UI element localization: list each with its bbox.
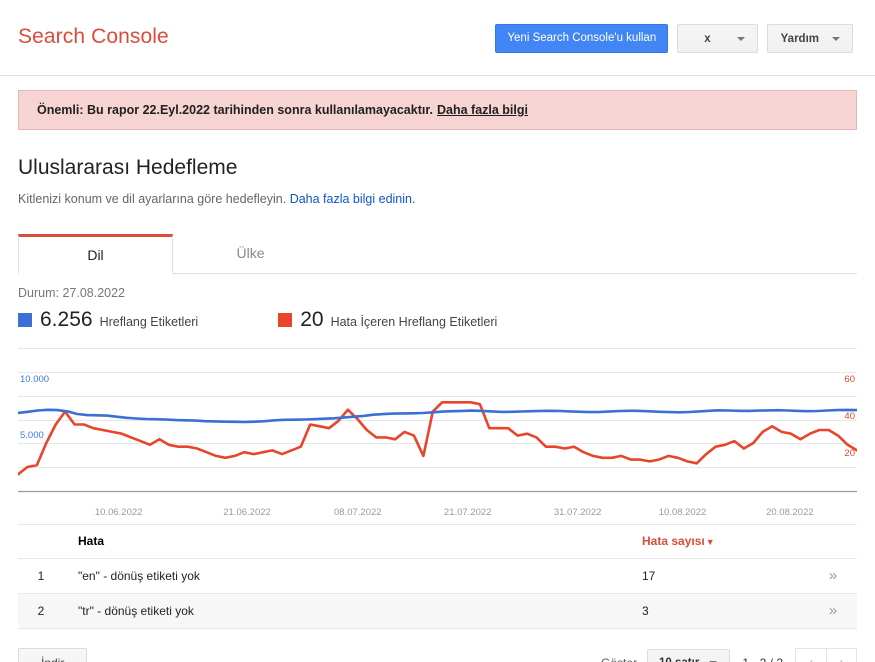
pagination: Göster 10 satır 1 - 2 / 2 ‹ › [601,647,857,662]
status-date: Durum: 27.08.2022 [18,286,126,300]
rows-per-page-label: Göster [601,656,637,662]
legend-value-hreflang: 6.256 [40,308,93,331]
deprecation-banner: Önemli: Bu rapor 22.Eyl.2022 tarihinden … [18,90,857,130]
property-select[interactable]: x [677,24,758,53]
download-button[interactable]: İndir [18,647,88,662]
x-axis-tick: 10.08.2022 [658,507,707,518]
rows-per-page-value: 10 satır [648,657,709,662]
errors-table-head: Hata Hata sayısı▼ [18,525,857,559]
chevron-down-icon [736,36,745,41]
help-button-label: Yardım [780,32,819,45]
y-axis-right-tick-20: 20 [844,448,855,460]
app-brand: Search Console [18,25,169,48]
errors-table-body: 1 "en" - dönüş etiketi yok 17 » 2 "tr" -… [18,558,857,629]
sort-descending-icon: ▼ [705,537,715,548]
next-page-button[interactable]: › [826,647,857,662]
legend-swatch-red [278,313,293,327]
chart-canvas [18,348,857,493]
row-index: 1 [18,558,64,594]
x-axis-tick: 10.06.2022 [94,507,143,518]
y-axis-left-tick-10000: 10.000 [20,374,50,386]
tab-dil[interactable]: Dil [18,234,173,274]
deprecation-banner-wrap: Önemli: Bu rapor 22.Eyl.2022 tarihinden … [0,76,875,130]
banner-text: Önemli: Bu rapor 22.Eyl.2022 tarihinden … [37,103,433,117]
legend-label-errors: Hata İçeren Hreflang Etiketleri [330,315,498,329]
legend-swatch-blue [18,313,32,327]
column-error-count[interactable]: Hata sayısı▼ [642,525,807,559]
expand-row-icon[interactable]: » [829,567,837,584]
page-subtitle: Kitlenizi konum ve dil ayarlarına göre h… [18,192,875,206]
expand-row-icon[interactable]: » [829,602,837,619]
row-index: 2 [18,593,64,629]
rows-per-page-select[interactable]: 10 satır [647,648,731,662]
y-axis-right-tick-60: 60 [844,374,855,386]
x-axis-tick: 21.07.2022 [443,507,492,518]
help-button[interactable]: Yardım [766,24,853,53]
tabs: Dil Ülke [18,234,857,274]
legend-value-errors: 20 [300,308,324,331]
property-select-label: x [704,32,711,45]
app-header: Search Console Yeni Search Console'u kul… [0,0,875,76]
chart-legend: 6.256 Hreflang Etiketleri 20 Hata İçeren… [18,308,875,332]
x-axis: 10.06.2022 21.06.2022 08.07.2022 21.07.2022… [18,503,857,525]
learn-more-link[interactable]: Daha fazla bilgi edinin. [290,192,416,206]
row-error: "en" - dönüş etiketi yok [64,558,642,594]
table-row[interactable]: 1 "en" - dönüş etiketi yok 17 » [18,558,857,594]
legend-item-hreflang: 6.256 Hreflang Etiketleri [18,308,198,332]
x-axis-tick: 31.07.2022 [553,507,602,518]
chevron-down-icon [832,36,840,41]
pagination-buttons: ‹ › [795,647,857,662]
x-axis-tick: 08.07.2022 [334,507,382,518]
header-actions: Yeni Search Console'u kullan x Yardım [495,24,853,53]
previous-page-button[interactable]: ‹ [795,647,826,662]
table-header-row: Hata Hata sayısı▼ [18,525,857,559]
page-subtitle-text: Kitlenizi konum ve dil ayarlarına göre h… [18,192,287,206]
column-index [18,525,64,559]
column-error-count-label: Hata sayısı [642,534,705,549]
errors-table: Hata Hata sayısı▼ 1 "en" - dönüş etiketi… [18,525,857,629]
table-footer: İndir Göster 10 satır 1 - 2 / 2 ‹ › [18,643,857,662]
column-expand [807,525,857,559]
row-error: "tr" - dönüş etiketi yok [64,593,642,629]
legend-label-hreflang: Hreflang Etiketleri [99,315,199,329]
y-axis-right-tick-40: 40 [844,411,855,423]
hreflang-chart: 10.000 5.000 60 40 20 [18,348,857,503]
x-axis-tick: 20.08.2022 [766,507,814,518]
y-axis-left-tick-5000: 5.000 [20,429,44,441]
banner-more-info-link[interactable]: Daha fazla bilgi [437,103,528,117]
pagination-range: 1 - 2 / 2 [742,656,783,662]
new-search-console-button[interactable]: Yeni Search Console'u kullan [495,24,669,53]
x-axis-tick: 21.06.2022 [223,507,271,518]
row-count: 3 [642,593,807,629]
column-error: Hata [64,525,642,559]
legend-item-errors: 20 Hata İçeren Hreflang Etiketleri [278,308,497,332]
table-row[interactable]: 2 "tr" - dönüş etiketi yok 3 » [18,593,857,629]
page-title: Uluslararası Hedefleme [18,156,238,179]
row-count: 17 [642,558,807,594]
tab-ulke[interactable]: Ülke [173,234,328,273]
